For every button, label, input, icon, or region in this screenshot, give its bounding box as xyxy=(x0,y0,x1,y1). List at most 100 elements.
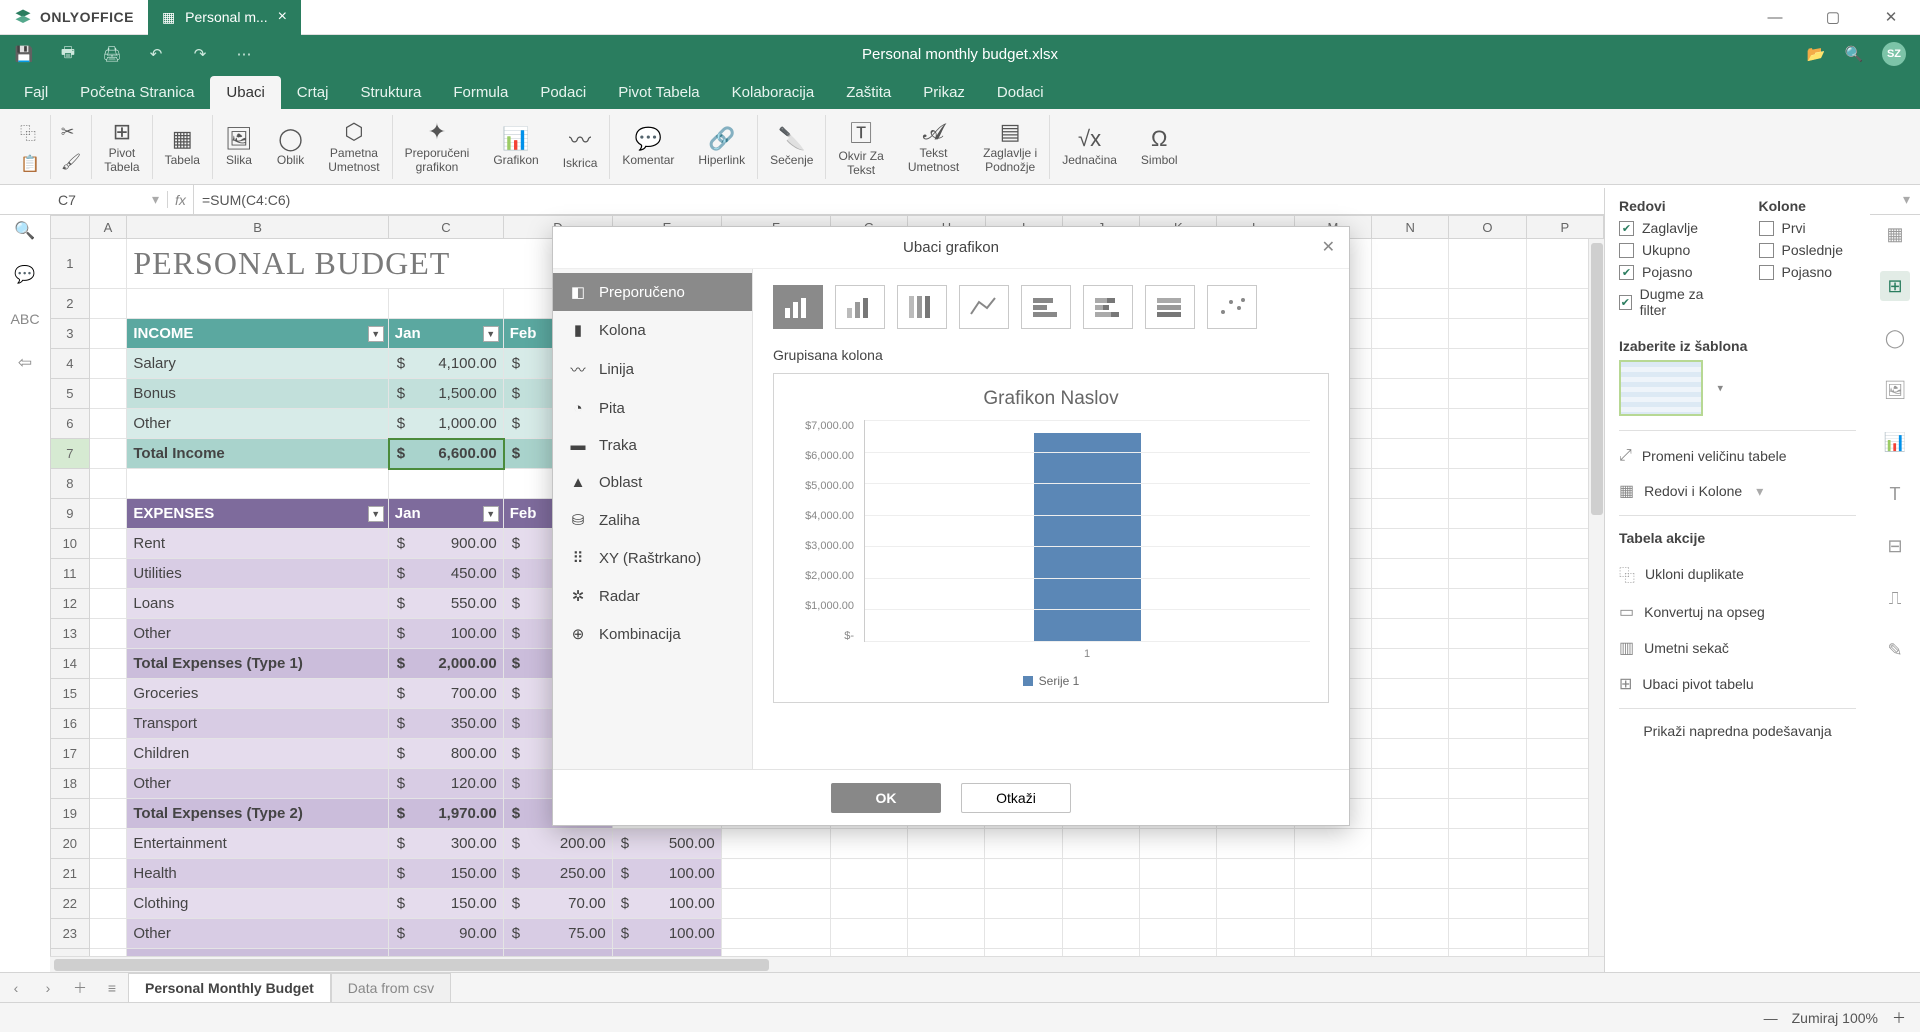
cell[interactable] xyxy=(1140,829,1217,859)
cell[interactable] xyxy=(90,769,128,799)
remove-duplicates-link[interactable]: ⿻Ukloni duplikate xyxy=(1619,562,1856,586)
cell[interactable] xyxy=(1372,409,1449,439)
menu-tab-formula[interactable]: Formula xyxy=(437,76,524,109)
insert-slicer-link[interactable]: ▥Umetni sekač xyxy=(1619,638,1856,658)
cell[interactable] xyxy=(1449,469,1526,499)
ribbon-grafikon[interactable]: 📊Grafikon xyxy=(481,115,550,179)
undo-icon[interactable]: ↶ xyxy=(146,44,166,64)
cell[interactable] xyxy=(1449,319,1526,349)
row-header-9[interactable]: 9 xyxy=(50,499,90,529)
chart-type-stacked-bar[interactable] xyxy=(835,285,885,329)
ribbon-oblik[interactable]: ◯Oblik xyxy=(265,115,316,179)
menu-tab-dodaci[interactable]: Dodaci xyxy=(981,76,1060,109)
menu-tab-kolaboracija[interactable]: Kolaboracija xyxy=(716,76,831,109)
cell[interactable] xyxy=(1449,739,1526,769)
cell[interactable] xyxy=(1449,499,1526,529)
expense-val-jan[interactable]: $100.00 xyxy=(389,619,504,649)
chk-poslednje[interactable]: Poslednje xyxy=(1759,242,1857,258)
tab-list[interactable]: ≡ xyxy=(96,980,128,996)
chk-dugme[interactable]: ✔Dugme za filter xyxy=(1619,286,1717,318)
cell[interactable] xyxy=(1372,289,1449,319)
row-header-20[interactable]: 20 xyxy=(50,829,90,859)
maximize-button[interactable]: ▢ xyxy=(1804,0,1862,35)
row-header-5[interactable]: 5 xyxy=(50,379,90,409)
image-settings-icon[interactable]: 🖼 xyxy=(1880,375,1910,405)
income-label[interactable]: Salary xyxy=(127,349,388,379)
cell[interactable] xyxy=(831,919,908,949)
format-painter-icon[interactable]: 🖌 xyxy=(61,152,81,172)
cell[interactable] xyxy=(90,619,128,649)
ribbon-iskrica[interactable]: 〰Iskrica xyxy=(551,115,611,179)
row-header-7[interactable]: 7 xyxy=(50,439,90,469)
print-icon[interactable]: 🖶 xyxy=(58,44,78,64)
col-header-P[interactable]: P xyxy=(1527,215,1604,239)
cell[interactable] xyxy=(1295,829,1372,859)
cell[interactable] xyxy=(722,829,831,859)
cell[interactable] xyxy=(1063,889,1140,919)
expense-val-jan[interactable]: $300.00 xyxy=(389,829,504,859)
cell[interactable] xyxy=(1372,739,1449,769)
expense-val-feb[interactable]: $70.00 xyxy=(504,889,613,919)
cell[interactable] xyxy=(90,379,128,409)
row-header-1[interactable]: 1 xyxy=(50,239,90,289)
expense-val-jan[interactable]: $350.00 xyxy=(389,709,504,739)
col-header-O[interactable]: O xyxy=(1449,215,1526,239)
cell[interactable] xyxy=(1372,889,1449,919)
select-all-corner[interactable] xyxy=(50,215,90,239)
expense-val-feb[interactable]: $250.00 xyxy=(504,859,613,889)
col-header-A[interactable]: A xyxy=(90,215,128,239)
cell[interactable] xyxy=(1449,769,1526,799)
expense-val-jan[interactable]: $90.00 xyxy=(389,919,504,949)
cell[interactable] xyxy=(722,859,831,889)
slicer-settings-icon[interactable]: ⎍ xyxy=(1880,583,1910,613)
cell[interactable] xyxy=(831,859,908,889)
cell[interactable] xyxy=(1295,919,1372,949)
cell[interactable] xyxy=(1372,919,1449,949)
expenses-header[interactable]: EXPENSES▼ xyxy=(127,499,388,529)
cell[interactable] xyxy=(1217,889,1294,919)
cell[interactable] xyxy=(127,289,388,319)
cell[interactable] xyxy=(1372,469,1449,499)
filter-dropdown-icon[interactable]: ▼ xyxy=(368,326,384,342)
zoom-in-icon[interactable]: ＋ xyxy=(1892,1008,1906,1028)
cell[interactable] xyxy=(90,649,128,679)
chk-ukupno[interactable]: Ukupno xyxy=(1619,242,1717,258)
cell[interactable] xyxy=(1449,349,1526,379)
menu-tab-struktura[interactable]: Struktura xyxy=(344,76,437,109)
cell[interactable] xyxy=(1449,379,1526,409)
expense-label[interactable]: Loans xyxy=(127,589,388,619)
expense-val-extra[interactable]: $100.00 xyxy=(613,859,722,889)
cell[interactable] xyxy=(1449,709,1526,739)
zoom-label[interactable]: Zumiraj 100% xyxy=(1792,1010,1878,1026)
document-tab[interactable]: ▦ Personal m... × xyxy=(148,0,301,35)
expense-val-jan[interactable]: $1,970.00 xyxy=(389,799,504,829)
cell[interactable] xyxy=(90,499,128,529)
chk-prvi[interactable]: Prvi xyxy=(1759,220,1857,236)
cell[interactable] xyxy=(1449,799,1526,829)
chart-type-line[interactable] xyxy=(959,285,1009,329)
row-header-21[interactable]: 21 xyxy=(50,859,90,889)
income-label[interactable]: Other xyxy=(127,409,388,439)
filter-dropdown-icon[interactable]: ▼ xyxy=(368,506,384,522)
col-header-B[interactable]: B xyxy=(127,215,389,239)
cell[interactable] xyxy=(985,889,1062,919)
chart-cat-pita[interactable]: ◔Pita xyxy=(553,390,752,427)
chart-type-clustered-bar[interactable] xyxy=(773,285,823,329)
chart-cat-traka[interactable]: ▬Traka xyxy=(553,427,752,464)
income-val-jan[interactable]: $4,100.00 xyxy=(389,349,504,379)
menu-tab-zaštita[interactable]: Zaštita xyxy=(830,76,907,109)
ribbon-secenje[interactable]: 🔪Sečenje xyxy=(758,115,826,179)
chart-cat-xy-ra-trkano-[interactable]: ⠿XY (Raštrkano) xyxy=(553,539,752,577)
dialog-close-icon[interactable]: ✕ xyxy=(1322,237,1335,257)
row-header-13[interactable]: 13 xyxy=(50,619,90,649)
cell[interactable] xyxy=(90,239,128,289)
cell[interactable] xyxy=(831,889,908,919)
cell[interactable] xyxy=(90,559,128,589)
chk-pojasno2[interactable]: Pojasno xyxy=(1759,264,1857,280)
cell[interactable] xyxy=(1449,619,1526,649)
row-header-8[interactable]: 8 xyxy=(50,469,90,499)
cell[interactable] xyxy=(1063,829,1140,859)
expense-val-feb[interactable]: $75.00 xyxy=(504,919,613,949)
income-header[interactable]: INCOME▼ xyxy=(127,319,388,349)
expense-label[interactable]: Utilities xyxy=(127,559,388,589)
